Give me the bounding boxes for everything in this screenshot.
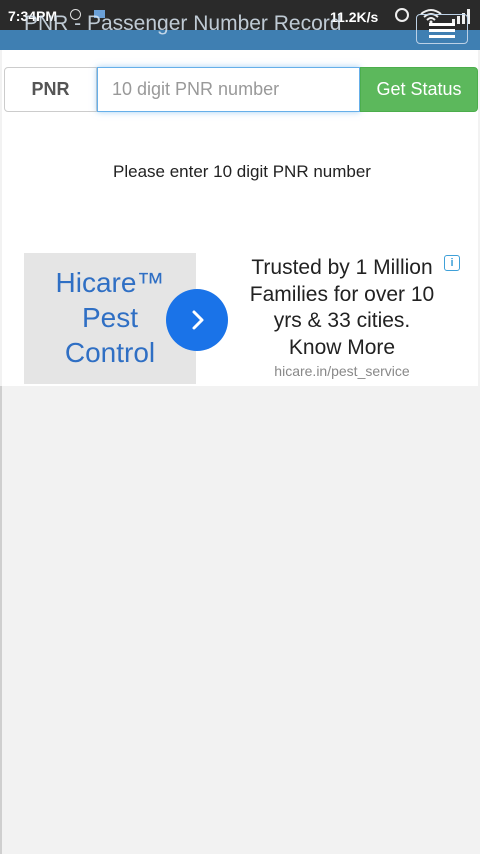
- pnr-label: PNR: [4, 67, 97, 112]
- pnr-form: PNR Get Status: [4, 67, 478, 112]
- ad-text-line: Trusted by 1 Million: [251, 256, 433, 279]
- menu-button[interactable]: [416, 14, 468, 44]
- ad-banner[interactable]: Hicare™ Pest Control Trusted by 1 Millio…: [24, 253, 462, 384]
- app-title: PNR - Passenger Number Record: [24, 12, 342, 35]
- ad-text-line: Know More: [288, 335, 396, 359]
- hamburger-icon-line: [429, 29, 455, 32]
- hamburger-icon: [429, 23, 455, 26]
- ad-brand-line: Hicare™: [55, 267, 165, 298]
- ad-text-line: yrs & 33 cities.: [273, 309, 411, 332]
- left-edge: [0, 386, 2, 854]
- pnr-input[interactable]: [97, 67, 360, 112]
- ad-text-line: Families for over 10: [249, 282, 435, 306]
- get-status-button[interactable]: Get Status: [360, 67, 478, 112]
- ad-text: Trusted by 1 Million Families for over 1…: [234, 255, 450, 361]
- info-message: Please enter 10 digit PNR number: [113, 162, 371, 181]
- ad-url: hicare.in/pest_service: [274, 363, 410, 379]
- hamburger-icon-line: [429, 35, 455, 38]
- alarm-icon: [395, 8, 409, 22]
- chevron-right-icon[interactable]: [166, 289, 228, 351]
- ad-brand-line: Control: [64, 337, 156, 368]
- info-icon[interactable]: i: [444, 255, 460, 271]
